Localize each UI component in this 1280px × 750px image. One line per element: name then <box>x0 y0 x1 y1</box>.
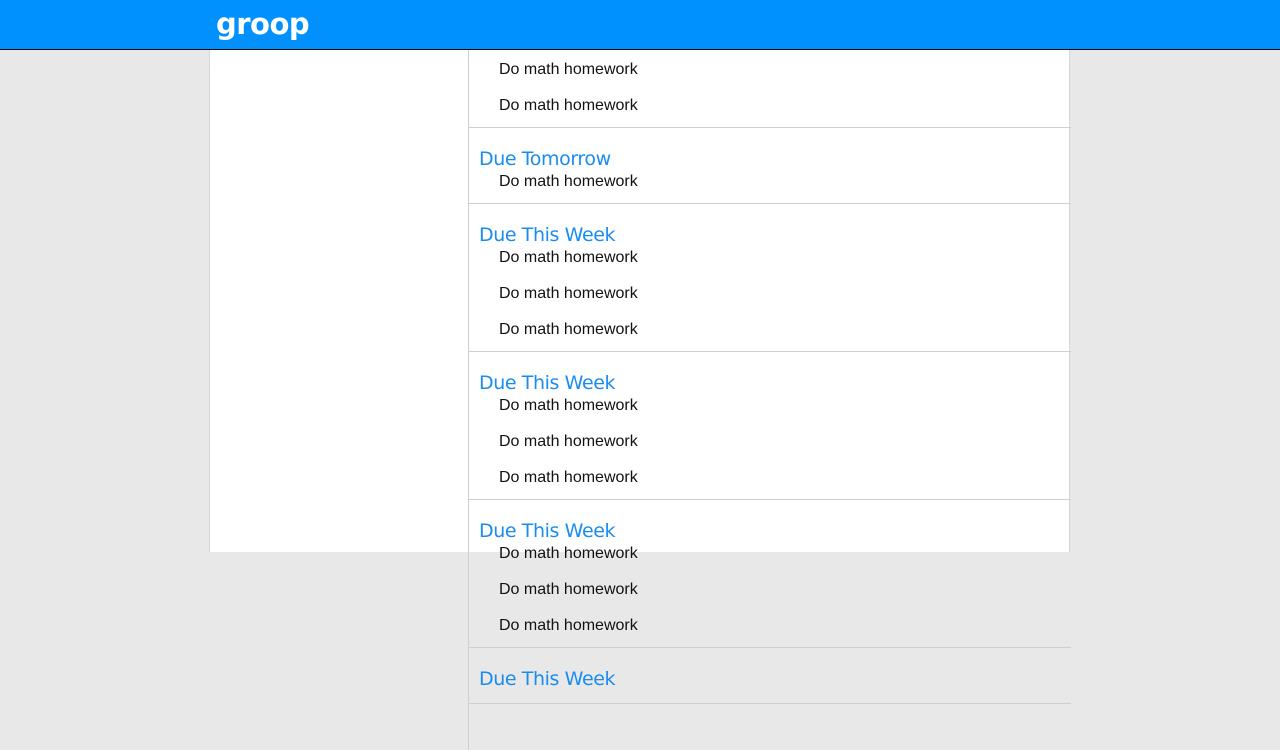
task-group: Due This Week Do math homework Do math h… <box>469 352 1071 500</box>
task-item[interactable]: Do math homework <box>499 320 1071 340</box>
task-group: Due This Week Do math homework Do math h… <box>469 204 1071 352</box>
group-heading-due-this-week: Due This Week <box>479 668 616 690</box>
task-item[interactable]: Do math homework <box>499 396 1071 432</box>
task-item[interactable]: Do math homework <box>499 580 1071 616</box>
task-item[interactable]: Do math homework <box>499 544 1071 580</box>
task-group: Due Tomorrow Do math homework <box>469 128 1071 204</box>
group-heading-due-this-week: Due This Week <box>479 520 616 542</box>
task-item[interactable]: Do math homework <box>499 172 1071 192</box>
task-item[interactable]: Do math homework <box>499 616 1071 636</box>
task-list: Do math homework Do math homework Due To… <box>468 50 1071 750</box>
task-item[interactable]: Do math homework <box>499 248 1071 284</box>
group-heading-due-this-week: Due This Week <box>479 372 616 394</box>
groop-logo[interactable]: groop <box>216 6 310 42</box>
group-heading-due-this-week: Due This Week <box>479 224 616 246</box>
task-item[interactable]: Do math homework <box>499 468 1071 488</box>
top-navigation-bar: groop <box>0 0 1280 50</box>
task-item[interactable]: Do math homework <box>499 284 1071 320</box>
group-heading-due-tomorrow: Due Tomorrow <box>479 148 611 170</box>
task-item[interactable]: Do math homework <box>499 96 1071 116</box>
task-group: Do math homework Do math homework <box>469 50 1071 128</box>
task-item[interactable]: Do math homework <box>499 60 1071 96</box>
task-item[interactable]: Do math homework <box>499 432 1071 468</box>
task-group: Due This Week <box>469 648 1071 704</box>
task-group: Due This Week Do math homework Do math h… <box>469 500 1071 648</box>
